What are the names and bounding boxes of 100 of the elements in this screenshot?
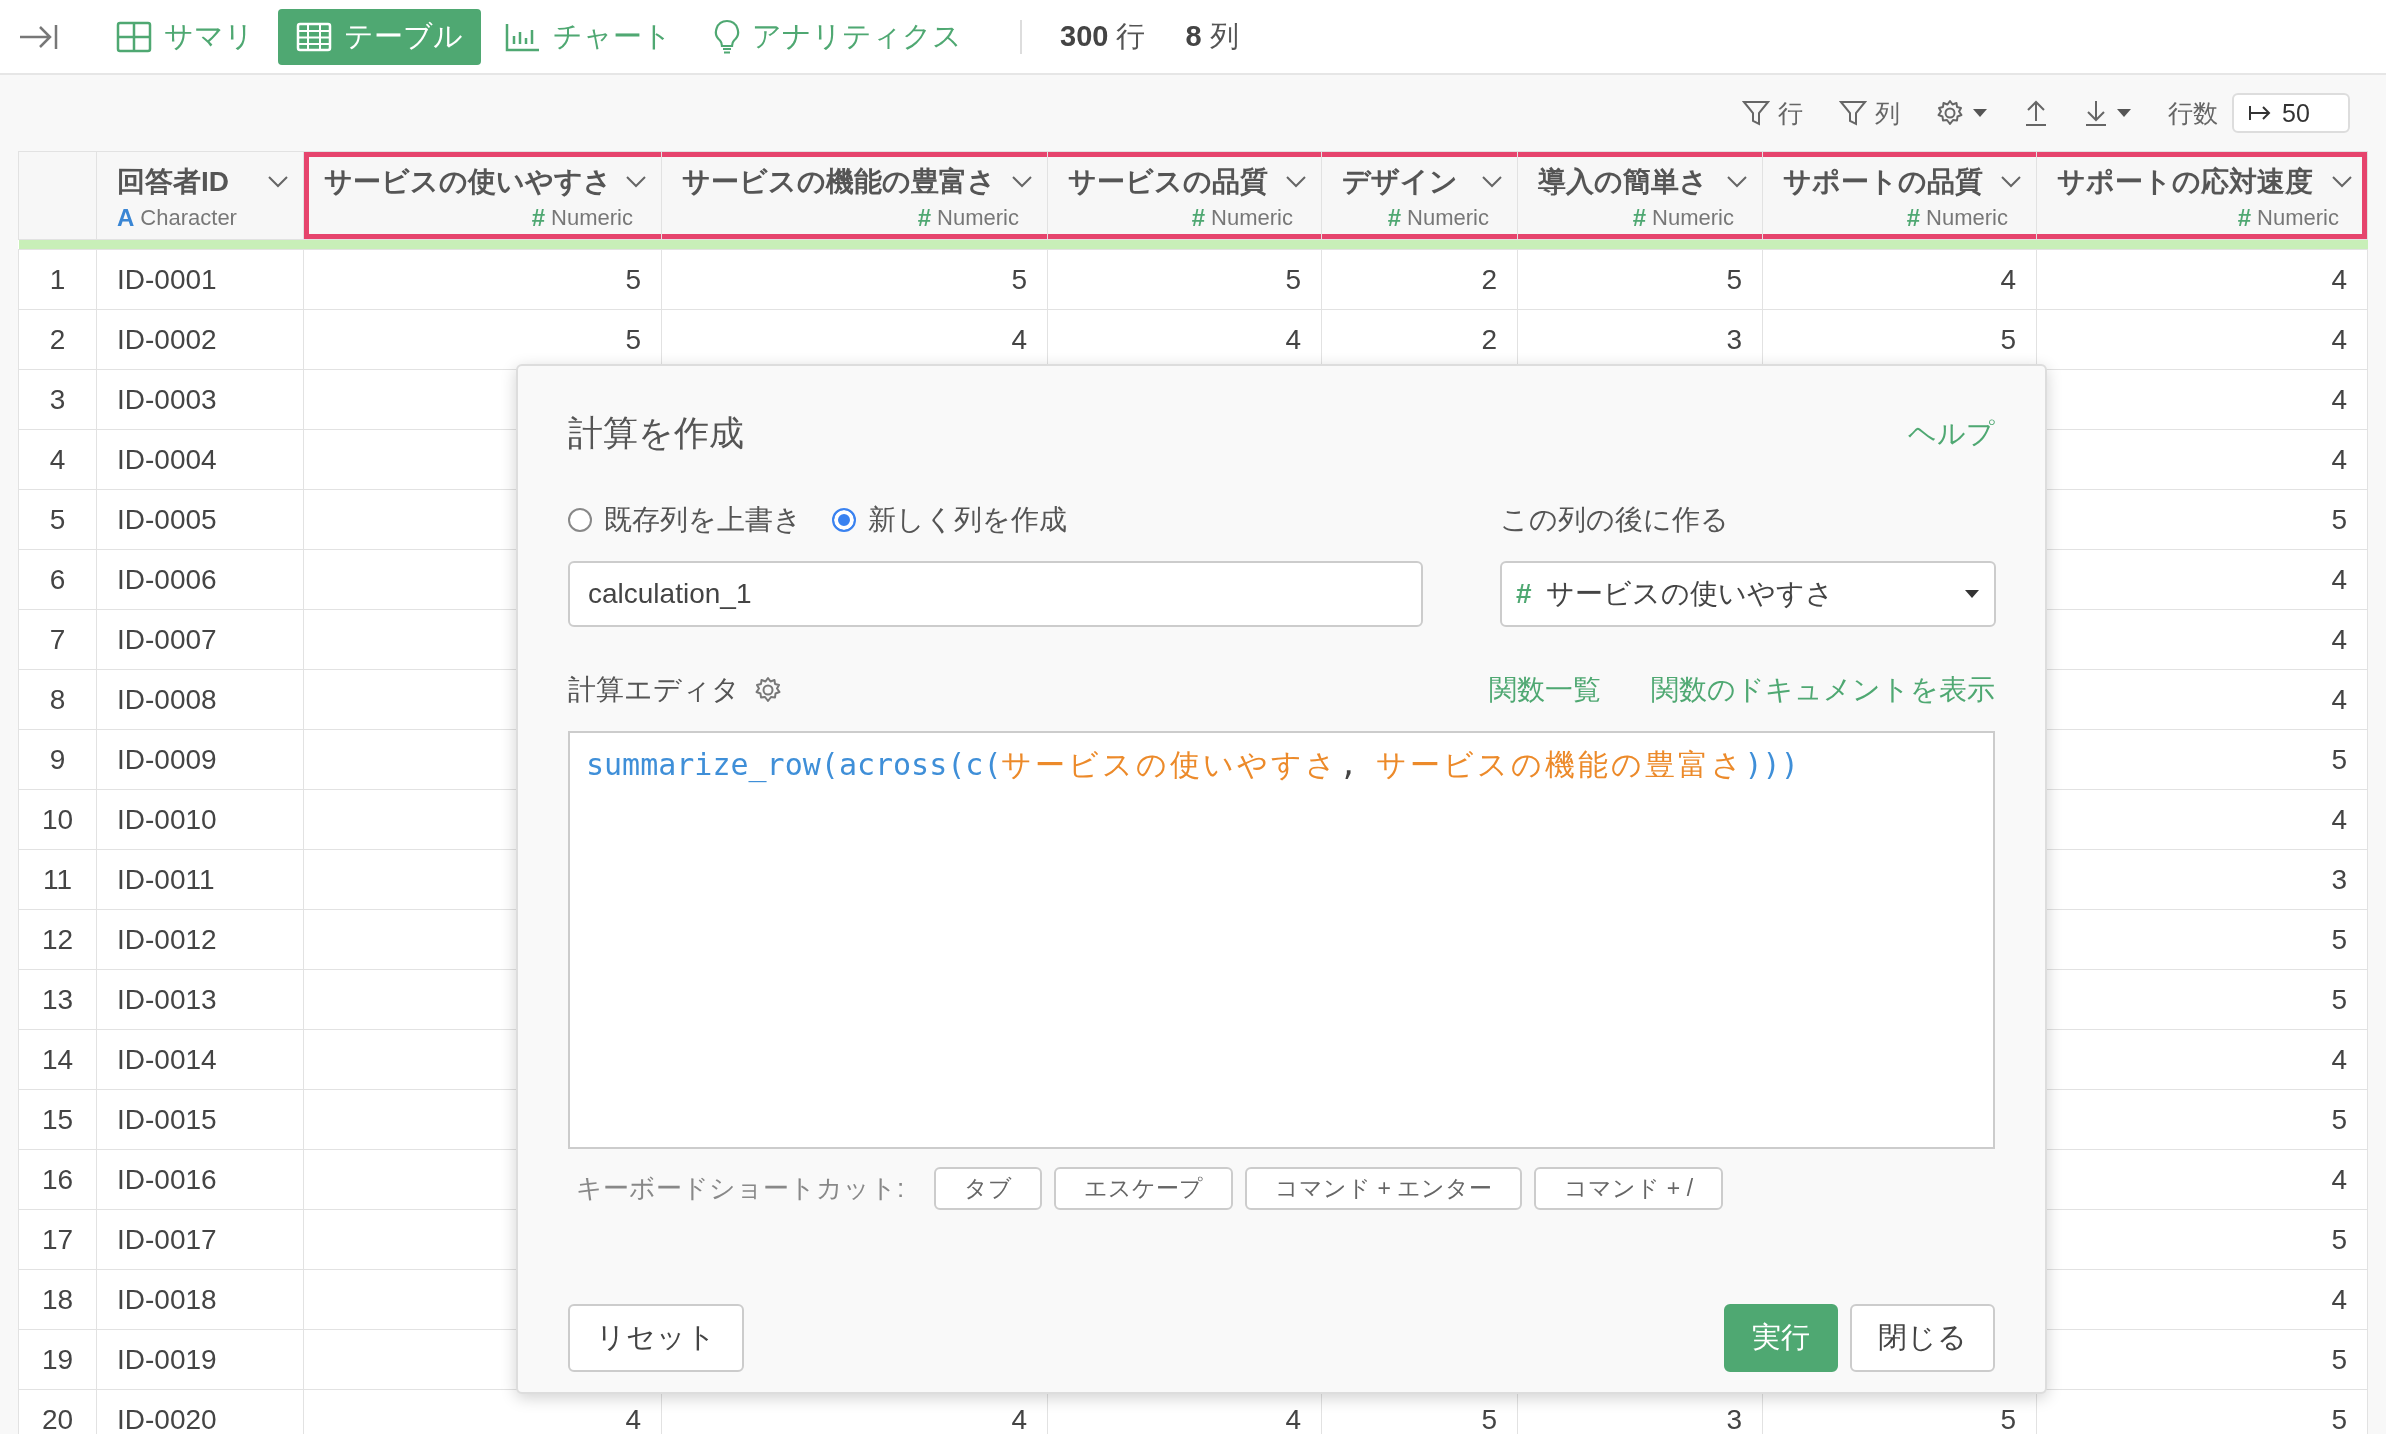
column-count: 8 列 bbox=[1185, 18, 1239, 54]
column-title: 回答者ID bbox=[117, 165, 229, 199]
column-header[interactable]: サービスの使いやすさ # Numeric bbox=[303, 151, 662, 240]
arrow-to-bar-icon bbox=[2248, 104, 2272, 122]
column-type: Numeric bbox=[1652, 205, 1734, 231]
column-type: Numeric bbox=[1926, 205, 2008, 231]
row-number: 16 bbox=[18, 1149, 97, 1210]
row-number: 1 bbox=[18, 249, 97, 310]
numeric-type-icon: # bbox=[1632, 204, 1647, 232]
column-header[interactable]: サポートの品質 # Numeric bbox=[1762, 151, 2037, 240]
column-title: サービスの機能の豊富さ bbox=[682, 165, 996, 199]
table-cell: ID-0004 bbox=[96, 429, 304, 490]
radio-button[interactable] bbox=[568, 508, 592, 532]
chevron-down-icon[interactable] bbox=[2331, 175, 2353, 189]
shortcut-key: エスケープ bbox=[1054, 1167, 1234, 1210]
row-number: 12 bbox=[18, 909, 97, 970]
settings-icon[interactable] bbox=[754, 676, 782, 704]
lightbulb-icon bbox=[714, 18, 740, 55]
table-cell: 4 bbox=[2036, 249, 2368, 310]
column-title: サービスの使いやすさ bbox=[324, 165, 612, 199]
column-type: Numeric bbox=[551, 205, 633, 231]
column-title: サービスの品質 bbox=[1068, 165, 1268, 199]
table-cell: ID-0013 bbox=[96, 969, 304, 1030]
table-cell: ID-0010 bbox=[96, 789, 304, 850]
numeric-type-icon: # bbox=[1191, 204, 1206, 232]
shortcut-key: コマンド + エンター bbox=[1245, 1167, 1523, 1210]
formula-code: summarize_row(across(c(サービスの使いやすさ, サービスの機能の豊富さ))) bbox=[586, 746, 1799, 785]
row-number: 10 bbox=[18, 789, 97, 850]
column-type: Numeric bbox=[1211, 205, 1293, 231]
shortcut-key: コマンド + / bbox=[1534, 1167, 1724, 1210]
column-title: サポートの品質 bbox=[1783, 165, 1983, 199]
download-icon bbox=[2084, 99, 2108, 127]
radio-button[interactable] bbox=[832, 508, 856, 532]
table-cell: 5 bbox=[1517, 249, 1763, 310]
column-title: サポートの応対速度 bbox=[2057, 165, 2313, 199]
filter-icon bbox=[1839, 99, 1867, 127]
table-cell: ID-0001 bbox=[96, 249, 304, 310]
column-header[interactable]: サービスの品質 # Numeric bbox=[1047, 151, 1322, 240]
column-type: Character bbox=[140, 205, 237, 231]
row-number: 8 bbox=[18, 669, 97, 730]
numeric-type-icon: # bbox=[531, 204, 546, 232]
row-limit-field[interactable]: 50 bbox=[2232, 93, 2350, 133]
table-cell: ID-0017 bbox=[96, 1209, 304, 1270]
numeric-type-icon: # bbox=[2237, 204, 2252, 232]
table-cell: ID-0005 bbox=[96, 489, 304, 550]
row-number: 4 bbox=[18, 429, 97, 490]
column-header[interactable]: サービスの機能の豊富さ # Numeric bbox=[661, 151, 1048, 240]
chevron-down-icon[interactable] bbox=[1726, 175, 1748, 189]
chevron-down-icon[interactable] bbox=[625, 175, 647, 189]
table-cell: 5 bbox=[661, 249, 1048, 310]
download-button[interactable] bbox=[2084, 99, 2132, 127]
chevron-down-icon[interactable] bbox=[1285, 175, 1307, 189]
chevron-down-icon[interactable] bbox=[1011, 175, 1033, 189]
upload-icon bbox=[2024, 99, 2048, 127]
chevron-down-icon[interactable] bbox=[2000, 175, 2022, 189]
table-cell: ID-0007 bbox=[96, 609, 304, 670]
table-cell: ID-0009 bbox=[96, 729, 304, 790]
character-type-icon: A bbox=[117, 204, 135, 232]
caret-icon bbox=[1964, 589, 1980, 599]
editor-label: 計算エディタ bbox=[568, 673, 740, 707]
dialog-title: 計算を作成 bbox=[568, 412, 744, 454]
column-header[interactable]: デザイン # Numeric bbox=[1321, 151, 1518, 240]
caret-icon bbox=[2116, 108, 2132, 118]
row-limit-label: 行数 bbox=[2168, 97, 2218, 129]
formula-editor[interactable]: summarize_row(across(c(サービスの使いやすさ, サービスの機能の豊富さ))) bbox=[568, 731, 1995, 1149]
row-number: 20 bbox=[18, 1389, 97, 1434]
column-header[interactable]: サポートの応対速度 # Numeric bbox=[2036, 151, 2368, 240]
table-cell: 5 bbox=[303, 249, 662, 310]
column-dropdown[interactable]: # サービスの使いやすさ bbox=[1500, 561, 1996, 627]
row-number: 7 bbox=[18, 609, 97, 670]
column-type: Numeric bbox=[1407, 205, 1489, 231]
row-number: 17 bbox=[18, 1209, 97, 1270]
settings-button[interactable] bbox=[1936, 99, 1988, 127]
row-count: 300 行 bbox=[1060, 18, 1146, 54]
table-cell: ID-0006 bbox=[96, 549, 304, 610]
row-number: 13 bbox=[18, 969, 97, 1030]
grid-icon bbox=[116, 20, 152, 53]
row-filter-button[interactable]: 行 bbox=[1742, 96, 1803, 130]
shortcut-label: キーボードショートカット: bbox=[576, 1172, 905, 1205]
column-title: 導入の簡単さ bbox=[1538, 165, 1708, 199]
row-number: 15 bbox=[18, 1089, 97, 1150]
close-button[interactable]: 閉じる bbox=[1850, 1304, 1995, 1372]
chevron-down-icon[interactable] bbox=[1481, 175, 1503, 189]
column-header[interactable]: 導入の簡単さ # Numeric bbox=[1517, 151, 1763, 240]
settings-icon bbox=[1936, 99, 1964, 127]
row-number: 18 bbox=[18, 1269, 97, 1330]
chevron-down-icon[interactable] bbox=[267, 175, 289, 189]
table-cell: ID-0015 bbox=[96, 1089, 304, 1150]
column-header[interactable]: 回答者ID A Character bbox=[96, 151, 304, 240]
radio-label[interactable]: 既存列を上書き bbox=[604, 501, 802, 539]
table-cell: ID-0002 bbox=[96, 309, 304, 370]
radio-label[interactable]: 新しく列を作成 bbox=[868, 501, 1067, 539]
export-button[interactable] bbox=[2024, 99, 2048, 127]
table-cell: ID-0019 bbox=[96, 1329, 304, 1390]
row-number: 19 bbox=[18, 1329, 97, 1390]
column-filter-button[interactable]: 列 bbox=[1839, 96, 1900, 130]
reset-button[interactable]: リセット bbox=[568, 1304, 744, 1372]
column-name-field[interactable]: calculation_1 bbox=[568, 561, 1423, 627]
table-cell: ID-0003 bbox=[96, 369, 304, 430]
row-number: 9 bbox=[18, 729, 97, 790]
